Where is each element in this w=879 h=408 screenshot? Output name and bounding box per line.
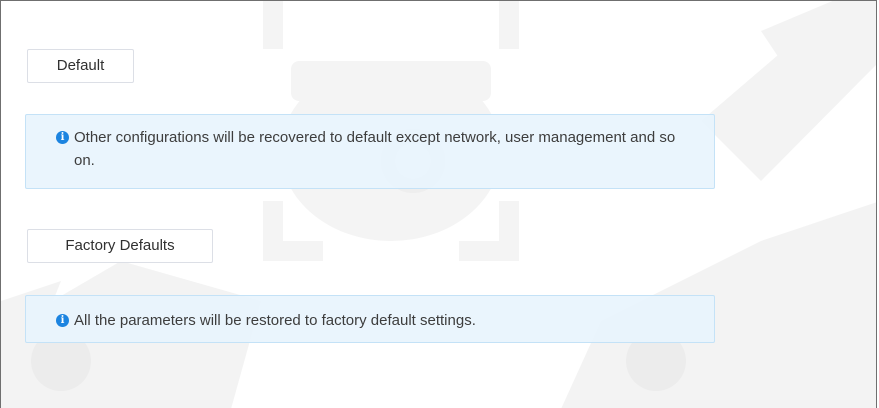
factory-notice-text: All the parameters will be restored to f… (74, 312, 476, 329)
default-button[interactable]: Default (27, 49, 134, 83)
factory-defaults-button[interactable]: Factory Defaults (27, 229, 213, 263)
info-circle-icon: i (56, 131, 69, 144)
info-circle-icon: i (56, 314, 69, 327)
maintenance-panel: Default i Other configurations will be r… (0, 0, 877, 408)
factory-info-notice: i All the parameters will be restored to… (25, 295, 715, 343)
default-info-notice: i Other configurations will be recovered… (25, 114, 715, 189)
default-notice-text: Other configurations will be recovered t… (74, 129, 676, 169)
